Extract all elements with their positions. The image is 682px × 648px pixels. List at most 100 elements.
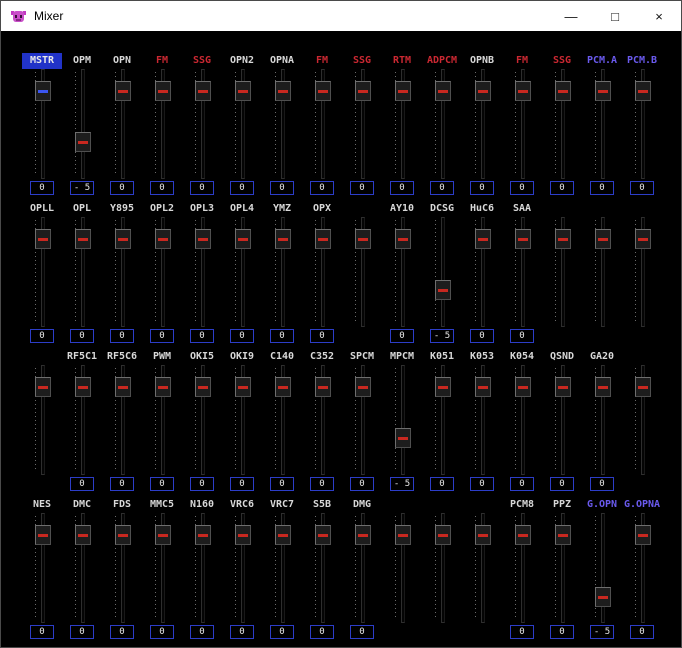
slider-thumb[interactable] xyxy=(75,132,91,152)
channel-value-saa[interactable]: 0 xyxy=(510,329,534,343)
volume-slider-s5b[interactable] xyxy=(302,513,342,623)
channel-value-k054[interactable]: 0 xyxy=(510,477,534,491)
slider-thumb[interactable] xyxy=(275,524,291,545)
slider-thumb[interactable] xyxy=(235,228,251,249)
volume-slider-opl3[interactable] xyxy=(182,217,222,327)
slider-thumb[interactable] xyxy=(635,524,651,545)
slider-thumb[interactable] xyxy=(315,80,331,101)
volume-slider-fds[interactable] xyxy=(102,513,142,623)
channel-value-opll[interactable]: 0 xyxy=(30,329,54,343)
volume-slider-ppz[interactable] xyxy=(542,513,582,623)
slider-thumb[interactable] xyxy=(195,376,211,397)
slider-thumb[interactable] xyxy=(355,228,371,249)
slider-thumb[interactable] xyxy=(235,376,251,397)
volume-slider-fm[interactable] xyxy=(502,69,542,179)
volume-slider-k053[interactable] xyxy=(462,365,502,475)
channel-value-gopn[interactable]: - 5 xyxy=(590,625,614,639)
slider-thumb[interactable] xyxy=(595,586,611,607)
volume-slider-unused[interactable] xyxy=(582,217,622,327)
volume-slider-opl2[interactable] xyxy=(142,217,182,327)
slider-thumb[interactable] xyxy=(635,228,651,249)
slider-thumb[interactable] xyxy=(595,376,611,397)
slider-thumb[interactable] xyxy=(275,376,291,397)
channel-value-mpcm[interactable]: - 5 xyxy=(390,477,414,491)
volume-slider-pwm[interactable] xyxy=(142,365,182,475)
volume-slider-adpcm[interactable] xyxy=(422,69,462,179)
volume-slider-opn[interactable] xyxy=(102,69,142,179)
volume-slider-n160[interactable] xyxy=(182,513,222,623)
slider-thumb[interactable] xyxy=(155,376,171,397)
channel-value-c352[interactable]: 0 xyxy=(310,477,334,491)
channel-value-pwm[interactable]: 0 xyxy=(150,477,174,491)
volume-slider-ssg[interactable] xyxy=(542,69,582,179)
volume-slider-unused[interactable] xyxy=(542,217,582,327)
slider-thumb[interactable] xyxy=(315,376,331,397)
channel-value-pcma[interactable]: 0 xyxy=(590,181,614,195)
channel-value-dmc[interactable]: 0 xyxy=(70,625,94,639)
volume-slider-c352[interactable] xyxy=(302,365,342,475)
slider-thumb[interactable] xyxy=(395,524,411,545)
volume-slider-opll[interactable] xyxy=(22,217,62,327)
volume-slider-ga20[interactable] xyxy=(582,365,622,475)
slider-thumb[interactable] xyxy=(555,80,571,101)
volume-slider-c140[interactable] xyxy=(262,365,302,475)
volume-slider-opl4[interactable] xyxy=(222,217,262,327)
volume-slider-unused[interactable] xyxy=(622,365,662,475)
volume-slider-qsnd[interactable] xyxy=(542,365,582,475)
channel-value-ga20[interactable]: 0 xyxy=(590,477,614,491)
volume-slider-rf5c1[interactable] xyxy=(62,365,102,475)
channel-value-mstr[interactable]: 0 xyxy=(30,181,54,195)
channel-value-ssg[interactable]: 0 xyxy=(350,181,374,195)
volume-slider-pcmb[interactable] xyxy=(622,69,662,179)
volume-slider-vrc7[interactable] xyxy=(262,513,302,623)
slider-thumb[interactable] xyxy=(35,524,51,545)
channel-value-vrc6[interactable]: 0 xyxy=(230,625,254,639)
channel-value-ay10[interactable]: 0 xyxy=(390,329,414,343)
slider-thumb[interactable] xyxy=(315,524,331,545)
close-button[interactable]: × xyxy=(637,1,681,31)
channel-value-s5b[interactable]: 0 xyxy=(310,625,334,639)
slider-thumb[interactable] xyxy=(195,524,211,545)
slider-thumb[interactable] xyxy=(595,228,611,249)
channel-value-qsnd[interactable]: 0 xyxy=(550,477,574,491)
slider-thumb[interactable] xyxy=(435,80,451,101)
volume-slider-unused[interactable] xyxy=(342,217,382,327)
slider-thumb[interactable] xyxy=(515,376,531,397)
slider-thumb[interactable] xyxy=(515,228,531,249)
channel-value-opna[interactable]: 0 xyxy=(270,181,294,195)
volume-slider-opna[interactable] xyxy=(262,69,302,179)
volume-slider-gopn[interactable] xyxy=(582,513,622,623)
volume-slider-mpcm[interactable] xyxy=(382,365,422,475)
channel-value-opn[interactable]: 0 xyxy=(110,181,134,195)
volume-slider-opl[interactable] xyxy=(62,217,102,327)
slider-thumb[interactable] xyxy=(235,80,251,101)
channel-value-rtm[interactable]: 0 xyxy=(390,181,414,195)
volume-slider-saa[interactable] xyxy=(502,217,542,327)
slider-thumb[interactable] xyxy=(395,228,411,249)
channel-value-opx[interactable]: 0 xyxy=(310,329,334,343)
slider-thumb[interactable] xyxy=(475,80,491,101)
slider-thumb[interactable] xyxy=(115,228,131,249)
slider-thumb[interactable] xyxy=(635,376,651,397)
channel-value-opl[interactable]: 0 xyxy=(70,329,94,343)
slider-thumb[interactable] xyxy=(35,376,51,397)
volume-slider-k054[interactable] xyxy=(502,365,542,475)
volume-slider-fm[interactable] xyxy=(302,69,342,179)
channel-value-ymz[interactable]: 0 xyxy=(270,329,294,343)
slider-thumb[interactable] xyxy=(515,524,531,545)
volume-slider-unused[interactable] xyxy=(422,513,462,623)
slider-thumb[interactable] xyxy=(355,524,371,545)
slider-thumb[interactable] xyxy=(435,376,451,397)
slider-thumb[interactable] xyxy=(155,524,171,545)
volume-slider-ymz[interactable] xyxy=(262,217,302,327)
volume-slider-oki9[interactable] xyxy=(222,365,262,475)
volume-slider-nes[interactable] xyxy=(22,513,62,623)
channel-value-pcm8[interactable]: 0 xyxy=(510,625,534,639)
slider-thumb[interactable] xyxy=(475,524,491,545)
channel-value-ssg[interactable]: 0 xyxy=(550,181,574,195)
volume-slider-mmc5[interactable] xyxy=(142,513,182,623)
volume-slider-ssg[interactable] xyxy=(182,69,222,179)
volume-slider-y895[interactable] xyxy=(102,217,142,327)
slider-thumb[interactable] xyxy=(275,228,291,249)
volume-slider-vrc6[interactable] xyxy=(222,513,262,623)
